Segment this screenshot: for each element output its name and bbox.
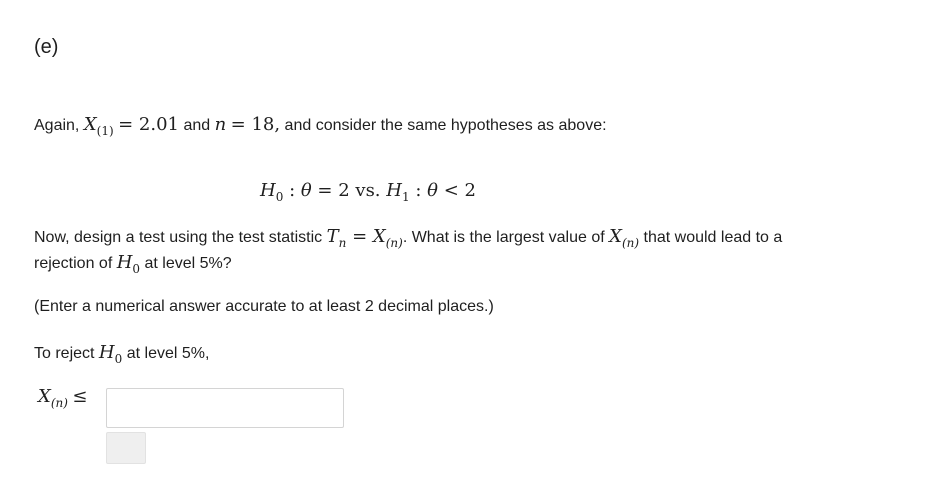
question-text-1: Now, design a test using the test statis…: [34, 229, 323, 246]
intro-line: Again, X(1) = 2.01 and n = 18, and consi…: [34, 112, 607, 139]
theta-2: θ: [427, 180, 438, 201]
h0-subscript: 0: [275, 190, 284, 204]
h0-relation: = 2 vs.: [311, 180, 387, 201]
instruction-text: (Enter a numerical answer accurate to at…: [34, 298, 494, 315]
reject-text-2: at level 5%,: [126, 345, 210, 362]
n-symbol: n: [214, 114, 227, 135]
x1-symbol: X: [83, 114, 97, 135]
h0-subscript-r: 0: [114, 352, 123, 366]
h1-subscript: 1: [401, 190, 410, 204]
answer-x-symbol: X: [38, 386, 51, 407]
question-text-3: that would lead to a: [643, 229, 783, 246]
x-n-symbol: X: [372, 226, 386, 247]
hypotheses-display: H0 : θ = 2 vs. H1 : θ < 2: [260, 180, 476, 204]
theta-1: θ: [300, 180, 312, 201]
part-label: (e): [34, 36, 59, 58]
question-line2-text-1: rejection of: [34, 255, 113, 272]
h0-symbol: H: [260, 180, 276, 201]
answer-label: X(n) ≤: [38, 386, 88, 410]
question-line-2: rejection of H0 at level 5%?: [34, 250, 232, 277]
t-equals: =: [346, 226, 373, 247]
t-subscript: n: [338, 236, 347, 250]
answer-status-box[interactable]: [106, 432, 146, 464]
x-n-subscript-2: (n): [621, 236, 640, 250]
answer-x-subscript: (n): [50, 396, 68, 410]
h1-relation: < 2: [437, 180, 476, 201]
h1-symbol: H: [386, 180, 402, 201]
intro-text-1: Again,: [34, 117, 80, 134]
h0-symbol-q: H: [116, 252, 133, 273]
n-value: = 18,: [230, 114, 281, 135]
h0-symbol-r: H: [98, 342, 115, 363]
t-symbol: T: [326, 226, 339, 247]
h0-subscript-q: 0: [132, 262, 141, 276]
x1-subscript: (1): [96, 124, 114, 138]
reject-text-1: To reject: [34, 345, 95, 362]
intro-and: and: [183, 117, 211, 134]
x-n-symbol-2: X: [609, 226, 622, 247]
question-text-2: . What is the largest value of: [402, 229, 605, 246]
question-line-1: Now, design a test using the test statis…: [34, 224, 782, 251]
x-n-subscript: (n): [385, 236, 403, 250]
colon-2: :: [409, 180, 428, 201]
x1-value: = 2.01: [118, 114, 179, 135]
answer-le-symbol: ≤: [72, 386, 88, 407]
colon-1: :: [283, 180, 301, 201]
reject-line: To reject H0 at level 5%,: [34, 340, 209, 367]
intro-text-2: and consider the same hypotheses as abov…: [284, 117, 607, 134]
question-line2-text-2: at level 5%?: [144, 255, 232, 272]
answer-input[interactable]: [106, 388, 344, 428]
